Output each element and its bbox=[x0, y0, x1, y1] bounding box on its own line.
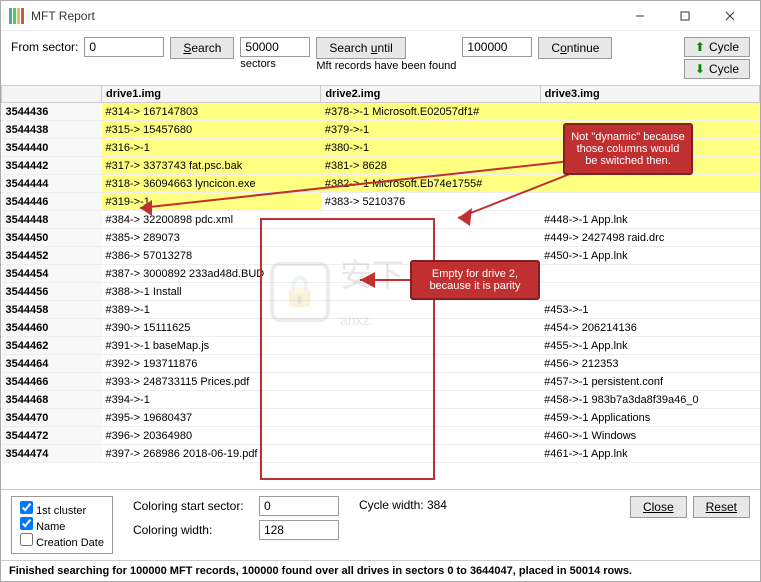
cycle-up-button[interactable]: ⬆ Cycle bbox=[684, 37, 750, 57]
chk-name[interactable]: Name bbox=[20, 517, 104, 533]
titlebar: MFT Report bbox=[1, 1, 760, 31]
status-bar: Finished searching for 100000 MFT record… bbox=[1, 560, 760, 581]
app-icon bbox=[9, 8, 25, 24]
coloring-width-label: Coloring width: bbox=[133, 523, 253, 537]
continue-button[interactable]: Continue bbox=[538, 37, 612, 59]
from-sector-label: From sector: bbox=[11, 37, 78, 54]
toolbar: From sector: Search sectors Search until… bbox=[1, 31, 760, 85]
options-group: 1st cluster Name Creation Date bbox=[11, 496, 113, 554]
minimize-button[interactable] bbox=[617, 2, 662, 30]
maximize-button[interactable] bbox=[662, 2, 707, 30]
cycle-down-button[interactable]: ⬇ Cycle bbox=[684, 59, 750, 79]
chk-creation-date[interactable]: Creation Date bbox=[20, 533, 104, 549]
until-sector-input[interactable] bbox=[462, 37, 532, 57]
from-sector-input[interactable] bbox=[84, 37, 164, 57]
annotation-callout-2: Empty for drive 2, because it is parity bbox=[410, 260, 540, 300]
close-dialog-button[interactable]: Close bbox=[630, 496, 687, 518]
annotation-callout-1: Not "dynamic" because those columns woul… bbox=[563, 123, 693, 175]
sector-count-input[interactable] bbox=[240, 37, 310, 57]
mft-status-label: Mft records have been found bbox=[316, 59, 456, 72]
coloring-start-label: Coloring start sector: bbox=[133, 499, 253, 513]
close-button[interactable] bbox=[707, 2, 752, 30]
footer: 1st cluster Name Creation Date Coloring … bbox=[1, 489, 760, 560]
cycle-width-label: Cycle width: 384 bbox=[359, 496, 447, 512]
window-title: MFT Report bbox=[31, 9, 617, 23]
sectors-label: sectors bbox=[240, 57, 275, 70]
search-button[interactable]: Search bbox=[170, 37, 234, 59]
reset-button[interactable]: Reset bbox=[693, 496, 750, 518]
column-header[interactable] bbox=[2, 86, 102, 103]
search-until-button[interactable]: Search until bbox=[316, 37, 405, 59]
coloring-start-input[interactable] bbox=[259, 496, 339, 516]
chk-1st-cluster[interactable]: 1st cluster bbox=[20, 501, 104, 517]
coloring-width-input[interactable] bbox=[259, 520, 339, 540]
